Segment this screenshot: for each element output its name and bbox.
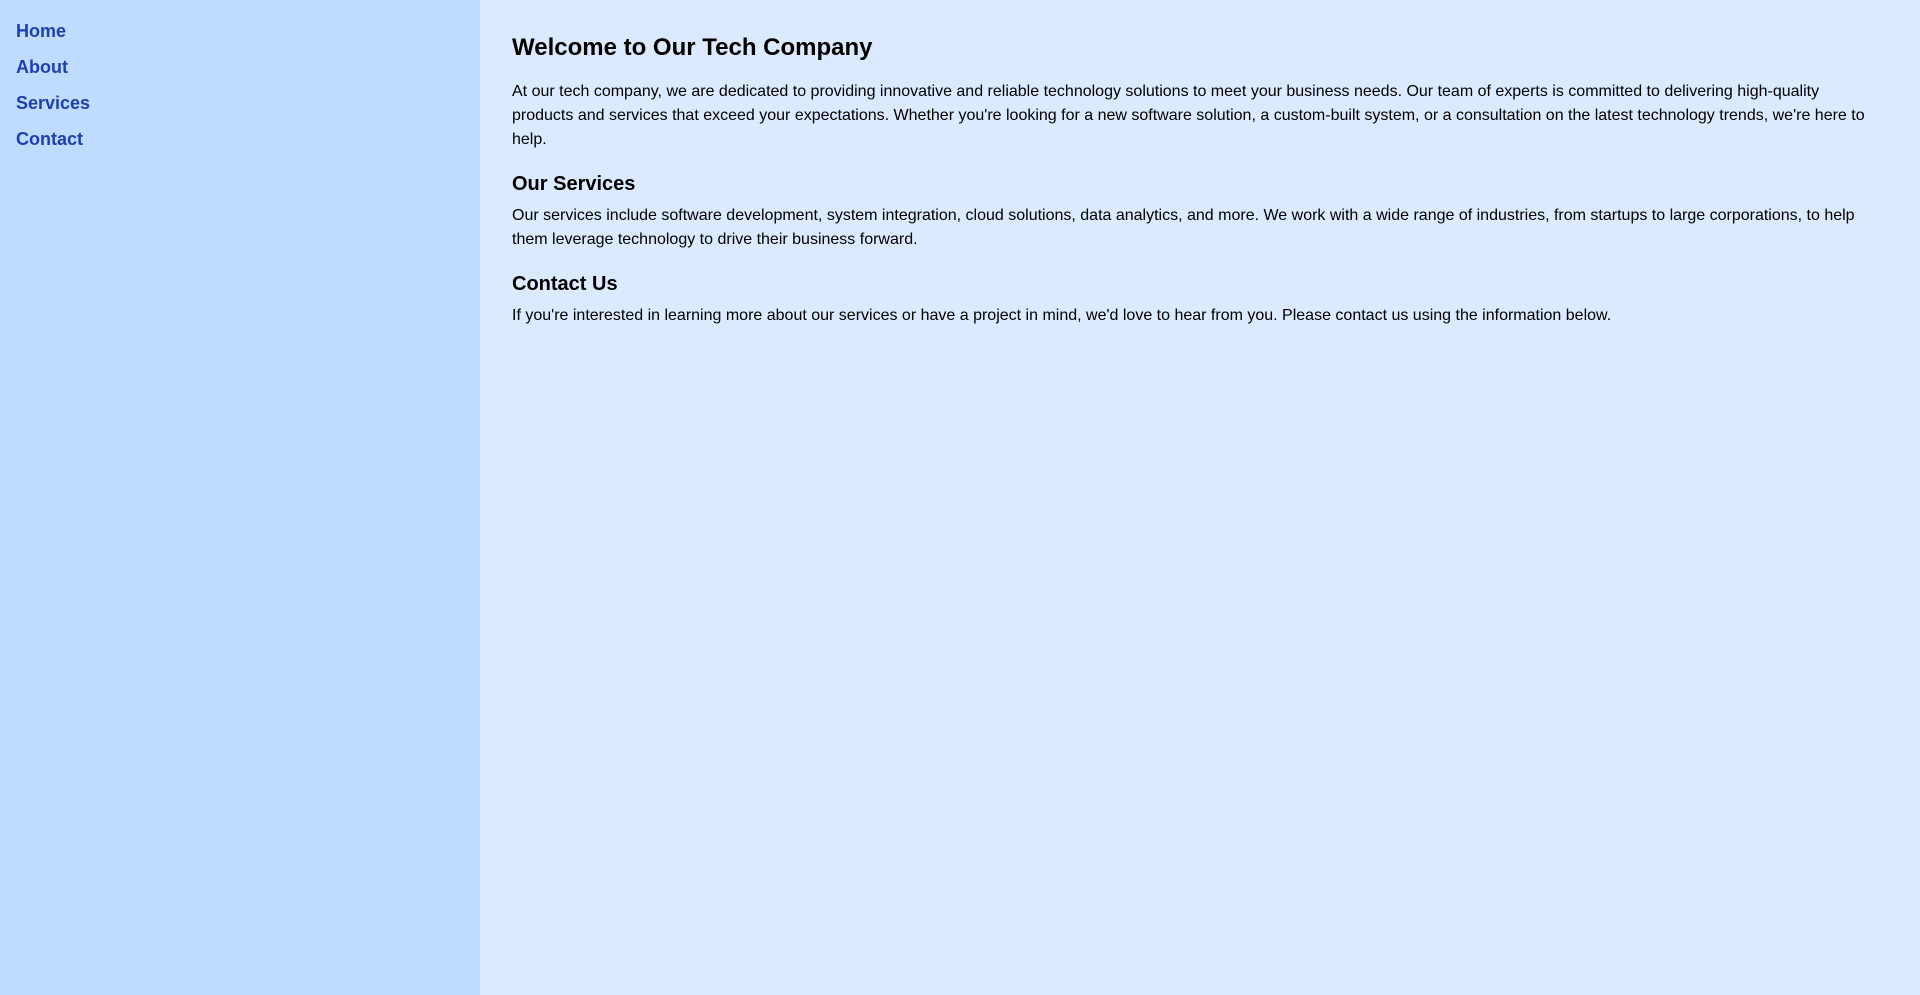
nav-list: Home About Services Contact <box>16 18 464 162</box>
main-content: Welcome to Our Tech Company At our tech … <box>480 0 1920 995</box>
sidebar-item-contact: Contact <box>16 126 464 162</box>
sidebar: Home About Services Contact <box>0 0 480 995</box>
contact-paragraph: If you're interested in learning more ab… <box>512 307 1612 324</box>
nav-link-about[interactable]: About <box>16 57 68 77</box>
nav-link-services[interactable]: Services <box>16 93 90 113</box>
sidebar-item-services: Services <box>16 90 464 126</box>
page-layout: Home About Services Contact Welcome to O… <box>0 0 1920 995</box>
services-paragraph: Our services include software developmen… <box>512 207 1855 248</box>
contact-section: Contact Us If you're interested in learn… <box>512 270 1888 328</box>
intro-paragraph: At our tech company, we are dedicated to… <box>512 83 1865 148</box>
sidebar-item-about: About <box>16 54 464 90</box>
contact-heading: Contact Us <box>512 273 618 295</box>
nav-link-home[interactable]: Home <box>16 21 66 41</box>
services-heading: Our Services <box>512 173 636 195</box>
sidebar-item-home: Home <box>16 18 464 54</box>
page-title: Welcome to Our Tech Company <box>512 34 873 61</box>
services-section: Our Services Our services include softwa… <box>512 170 1888 252</box>
nav-link-contact[interactable]: Contact <box>16 129 83 149</box>
